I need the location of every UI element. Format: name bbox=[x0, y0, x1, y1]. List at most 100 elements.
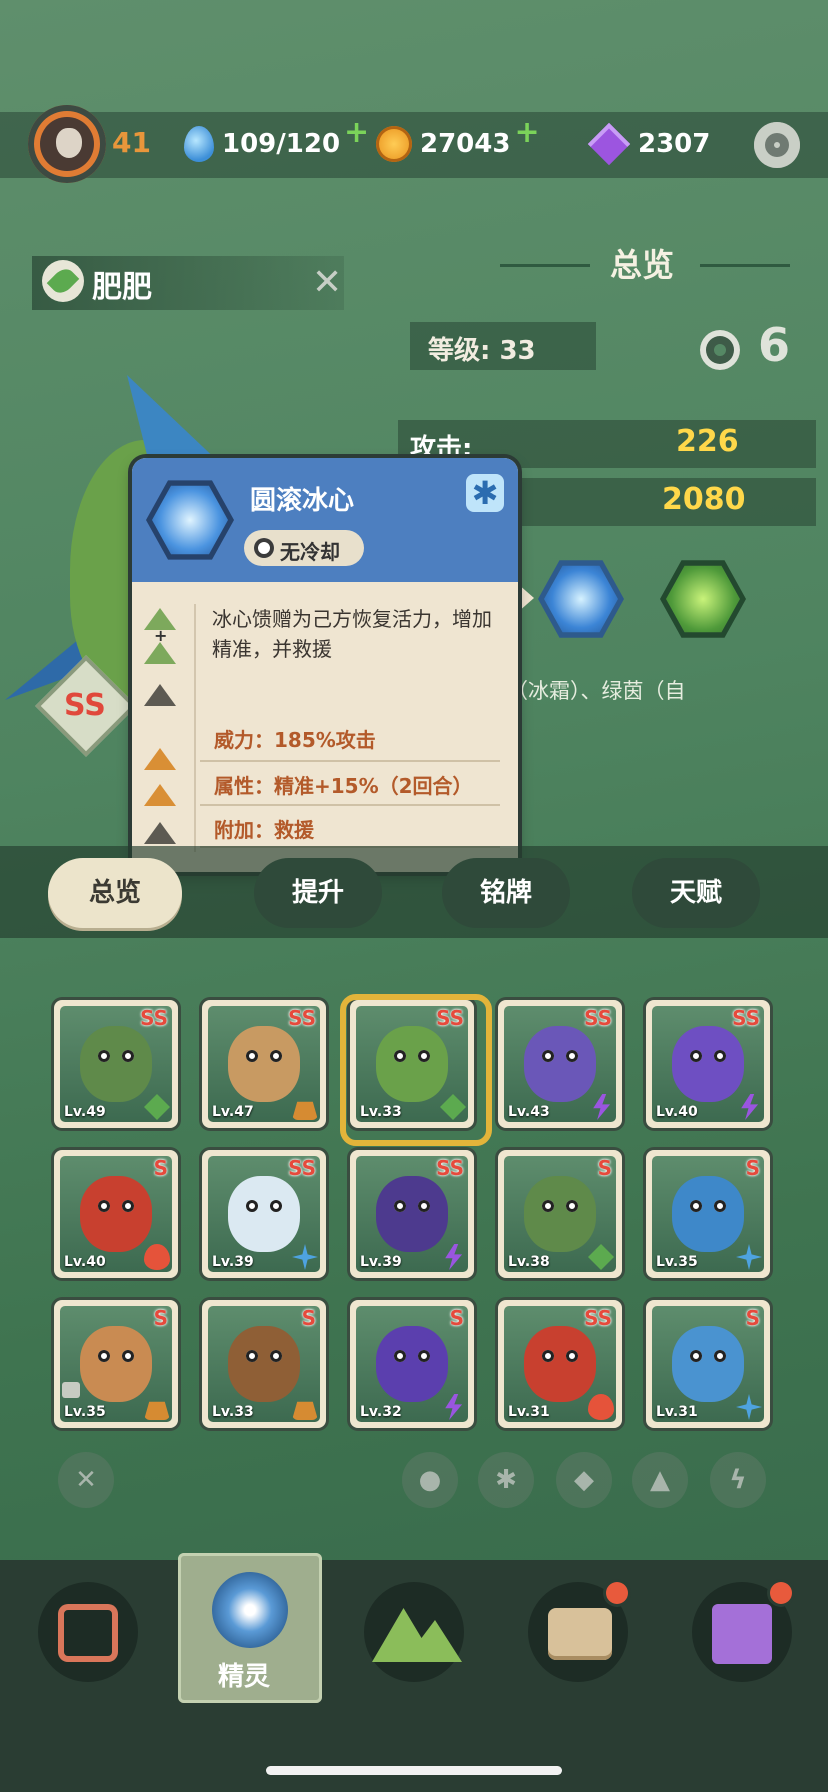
rank-badge: SS bbox=[732, 1006, 760, 1030]
avatar-mask-icon bbox=[56, 128, 82, 158]
frost-filter-button[interactable]: ✱ bbox=[478, 1452, 534, 1508]
nav-spirits-label: 精灵 bbox=[218, 1662, 271, 1692]
pet-card[interactable]: SS Lv.39 bbox=[350, 1150, 474, 1278]
pet-card[interactable]: SS Lv.43 bbox=[498, 1000, 622, 1128]
electric-filter-button[interactable]: ϟ bbox=[710, 1452, 766, 1508]
clear-filter-button[interactable]: ✕ bbox=[58, 1452, 114, 1508]
pet-card[interactable]: SS Lv.49 bbox=[54, 1000, 178, 1128]
skill-ice-heart-button[interactable] bbox=[538, 560, 624, 638]
pet-portrait bbox=[80, 1326, 152, 1402]
pet-eye bbox=[542, 1050, 554, 1062]
pet-eye bbox=[246, 1200, 258, 1212]
attack-value: 226 bbox=[676, 424, 739, 459]
rank-badge: SS bbox=[288, 1156, 316, 1180]
gem-counter: 2307 bbox=[587, 120, 711, 168]
water-drop-icon bbox=[184, 126, 214, 162]
rank-badge: S bbox=[745, 1156, 760, 1180]
pet-eye bbox=[418, 1200, 430, 1212]
skill-description: 冰心馈赠为己方恢复活力，增加精准，并救援 bbox=[212, 607, 492, 661]
skill-extra: 附加：救援 bbox=[214, 818, 314, 842]
leaf-icon bbox=[42, 260, 84, 302]
upgrade-tier-empty-icon bbox=[144, 822, 176, 844]
pet-portrait bbox=[376, 1326, 448, 1402]
pet-eye bbox=[270, 1050, 282, 1062]
lock-icon bbox=[62, 1382, 80, 1398]
coin-value: 27043 bbox=[420, 129, 511, 159]
skill-attribute: 属性：精准+15%（2回合） bbox=[214, 774, 473, 798]
player-level: 41 bbox=[112, 126, 151, 159]
pet-name: 肥肥 bbox=[92, 270, 152, 305]
tab-overview[interactable]: 总览 bbox=[48, 858, 182, 928]
pet-card[interactable]: S Lv.38 bbox=[498, 1150, 622, 1278]
pet-portrait bbox=[80, 1026, 152, 1102]
pet-level: Lv.47 bbox=[212, 1104, 254, 1120]
pet-card[interactable]: S Lv.31 bbox=[646, 1300, 770, 1428]
skill-leaf-drop-button[interactable] bbox=[660, 560, 746, 638]
pet-eye bbox=[566, 1350, 578, 1362]
fire-element-icon bbox=[144, 1244, 170, 1270]
pet-card[interactable]: S Lv.32 bbox=[350, 1300, 474, 1428]
cooldown-text: 无冷却 bbox=[280, 540, 340, 564]
pet-eye bbox=[690, 1200, 702, 1212]
leaf-filter-button[interactable]: ◆ bbox=[556, 1452, 612, 1508]
rank-badge: SS bbox=[288, 1006, 316, 1030]
pet-level: Lv.49 bbox=[64, 1104, 106, 1120]
energy-value: 109/120 bbox=[222, 129, 341, 159]
element-description: 龙（冰霜）、绿茵（自 地） bbox=[486, 679, 686, 733]
leaf-drops-icon bbox=[666, 565, 740, 633]
pet-card[interactable]: S Lv.35 bbox=[54, 1300, 178, 1428]
fire-element-icon bbox=[588, 1394, 614, 1420]
pet-level: Lv.33 bbox=[212, 1404, 254, 1420]
pet-portrait bbox=[524, 1026, 596, 1102]
close-icon[interactable]: ✕ bbox=[312, 262, 342, 303]
location-pin-icon bbox=[712, 1604, 772, 1664]
fire-filter-button[interactable]: ● bbox=[402, 1452, 458, 1508]
tab-nameplate[interactable]: 铭牌 bbox=[442, 858, 570, 928]
pet-level: Lv.38 bbox=[508, 1254, 550, 1270]
pet-card[interactable]: SS Lv.39 bbox=[202, 1150, 326, 1278]
upgrade-tier-empty-icon bbox=[144, 684, 176, 706]
pet-card[interactable]: SS Lv.31 bbox=[498, 1300, 622, 1428]
overview-title: 总览 bbox=[610, 246, 675, 284]
pet-card[interactable]: S Lv.33 bbox=[202, 1300, 326, 1428]
tab-upgrade[interactable]: 提升 bbox=[254, 858, 382, 928]
pet-eye bbox=[714, 1350, 726, 1362]
rank-badge: SS bbox=[64, 688, 106, 723]
rank-badge: S bbox=[449, 1306, 464, 1330]
pet-eye bbox=[98, 1350, 110, 1362]
pet-level: Lv.35 bbox=[656, 1254, 698, 1270]
pet-level: Lv.43 bbox=[508, 1104, 550, 1120]
pet-eye bbox=[566, 1200, 578, 1212]
skill-name: 圆滚冰心 bbox=[250, 486, 355, 516]
earth-filter-button[interactable]: ▲ bbox=[632, 1452, 688, 1508]
pet-portrait bbox=[228, 1026, 300, 1102]
pet-eye bbox=[98, 1050, 110, 1062]
pet-portrait bbox=[524, 1176, 596, 1252]
pet-eye bbox=[566, 1050, 578, 1062]
tab-talent[interactable]: 天赋 bbox=[632, 858, 760, 928]
chest-icon bbox=[548, 1608, 612, 1660]
pet-card[interactable]: S Lv.40 bbox=[54, 1150, 178, 1278]
home-indicator[interactable] bbox=[266, 1766, 562, 1775]
pet-eye bbox=[122, 1350, 134, 1362]
pet-card[interactable]: SS Lv.40 bbox=[646, 1000, 770, 1128]
add-energy-button[interactable]: + bbox=[344, 115, 369, 150]
upgrade-tier-icon bbox=[144, 642, 176, 664]
gem-value: 2307 bbox=[638, 129, 711, 159]
pet-card[interactable]: S Lv.35 bbox=[646, 1150, 770, 1278]
pet-portrait bbox=[672, 1326, 744, 1402]
coin-counter: 27043 + bbox=[376, 115, 540, 168]
pet-eye bbox=[246, 1050, 258, 1062]
gear-icon[interactable] bbox=[754, 122, 800, 168]
rank-badge: SS bbox=[584, 1306, 612, 1330]
add-coins-button[interactable]: + bbox=[514, 115, 539, 150]
pet-eye bbox=[270, 1200, 282, 1212]
tooltip-rule bbox=[200, 760, 500, 762]
clock-icon bbox=[254, 538, 274, 558]
upgrade-tier-orange-icon bbox=[144, 784, 176, 806]
pet-level: Lv.39 bbox=[212, 1254, 254, 1270]
pet-level: Lv.35 bbox=[64, 1404, 106, 1420]
rank-badge: S bbox=[301, 1306, 316, 1330]
pet-eye bbox=[690, 1350, 702, 1362]
pet-card[interactable]: SS Lv.47 bbox=[202, 1000, 326, 1128]
